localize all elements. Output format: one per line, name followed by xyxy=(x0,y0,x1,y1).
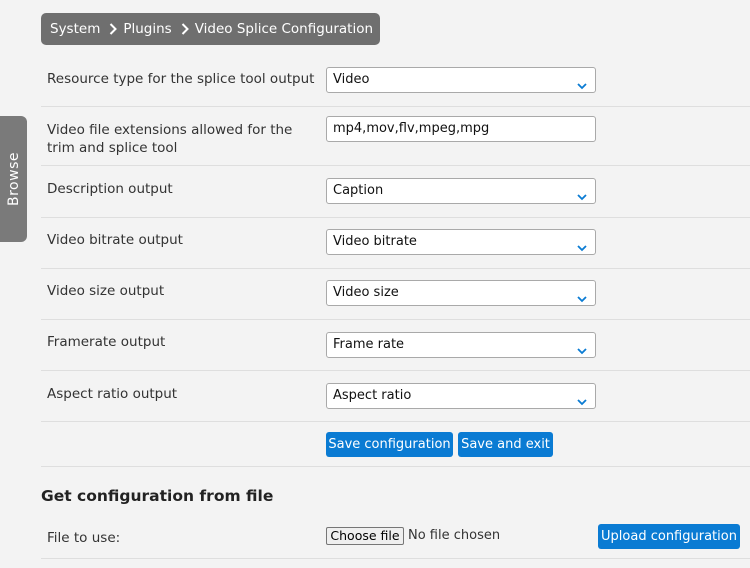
chevron-right-icon xyxy=(181,23,189,35)
chevron-down-icon xyxy=(577,75,587,99)
save-configuration-button[interactable]: Save configuration xyxy=(326,432,453,457)
size-label: Video size output xyxy=(47,283,165,299)
resource-type-label: Resource type for the splice tool output xyxy=(47,71,315,87)
resource-type-row: Resource type for the splice tool output… xyxy=(41,56,750,107)
aspect-label: Aspect ratio output xyxy=(47,386,178,402)
browse-label: Browse xyxy=(5,152,22,206)
browse-tab[interactable]: Browse xyxy=(0,116,27,242)
framerate-label: Framerate output xyxy=(47,334,166,350)
size-row: Video size output Video size xyxy=(41,269,750,320)
description-value: Caption xyxy=(333,183,384,198)
chevron-down-icon xyxy=(577,237,587,261)
bitrate-value: Video bitrate xyxy=(333,234,417,249)
extensions-input[interactable]: mp4,mov,flv,mpeg,mpg xyxy=(326,116,596,142)
choose-file-button[interactable]: Choose file xyxy=(326,527,404,545)
framerate-row: Framerate output Frame rate xyxy=(41,320,750,371)
bitrate-row: Video bitrate output Video bitrate xyxy=(41,218,750,269)
description-row: Description output Caption xyxy=(41,166,750,218)
description-label: Description output xyxy=(47,181,173,197)
description-select[interactable]: Caption xyxy=(326,178,596,204)
breadcrumb-system[interactable]: System xyxy=(50,21,100,37)
resource-type-value: Video xyxy=(333,72,370,87)
file-status: No file chosen xyxy=(408,528,501,543)
chevron-down-icon xyxy=(577,340,587,364)
save-row: Save configuration Save and exit xyxy=(41,422,750,467)
extensions-row: Video file extensions allowed for the tr… xyxy=(41,107,750,166)
breadcrumb-plugins[interactable]: Plugins xyxy=(123,21,171,37)
size-value: Video size xyxy=(333,285,399,300)
size-select[interactable]: Video size xyxy=(326,280,596,306)
file-section-title: Get configuration from file xyxy=(41,487,274,505)
chevron-down-icon xyxy=(577,391,587,415)
chevron-down-icon xyxy=(577,186,587,210)
breadcrumb: System Plugins Video Splice Configuratio… xyxy=(41,13,380,45)
chevron-right-icon xyxy=(109,23,118,35)
bitrate-select[interactable]: Video bitrate xyxy=(326,229,596,255)
framerate-select[interactable]: Frame rate xyxy=(326,332,596,358)
breadcrumb-current: Video Splice Configuration xyxy=(194,21,374,37)
aspect-value: Aspect ratio xyxy=(333,388,412,403)
save-and-exit-button[interactable]: Save and exit xyxy=(458,432,553,457)
file-label: File to use: xyxy=(47,530,121,546)
resource-type-select[interactable]: Video xyxy=(326,67,596,93)
upload-configuration-button[interactable]: Upload configuration xyxy=(598,524,740,549)
chevron-down-icon xyxy=(577,288,587,312)
aspect-select[interactable]: Aspect ratio xyxy=(326,383,596,409)
extensions-label: Video file extensions allowed for the tr… xyxy=(47,122,293,156)
aspect-row: Aspect ratio output Aspect ratio xyxy=(41,371,750,422)
bitrate-label: Video bitrate output xyxy=(47,232,183,248)
framerate-value: Frame rate xyxy=(333,337,405,352)
